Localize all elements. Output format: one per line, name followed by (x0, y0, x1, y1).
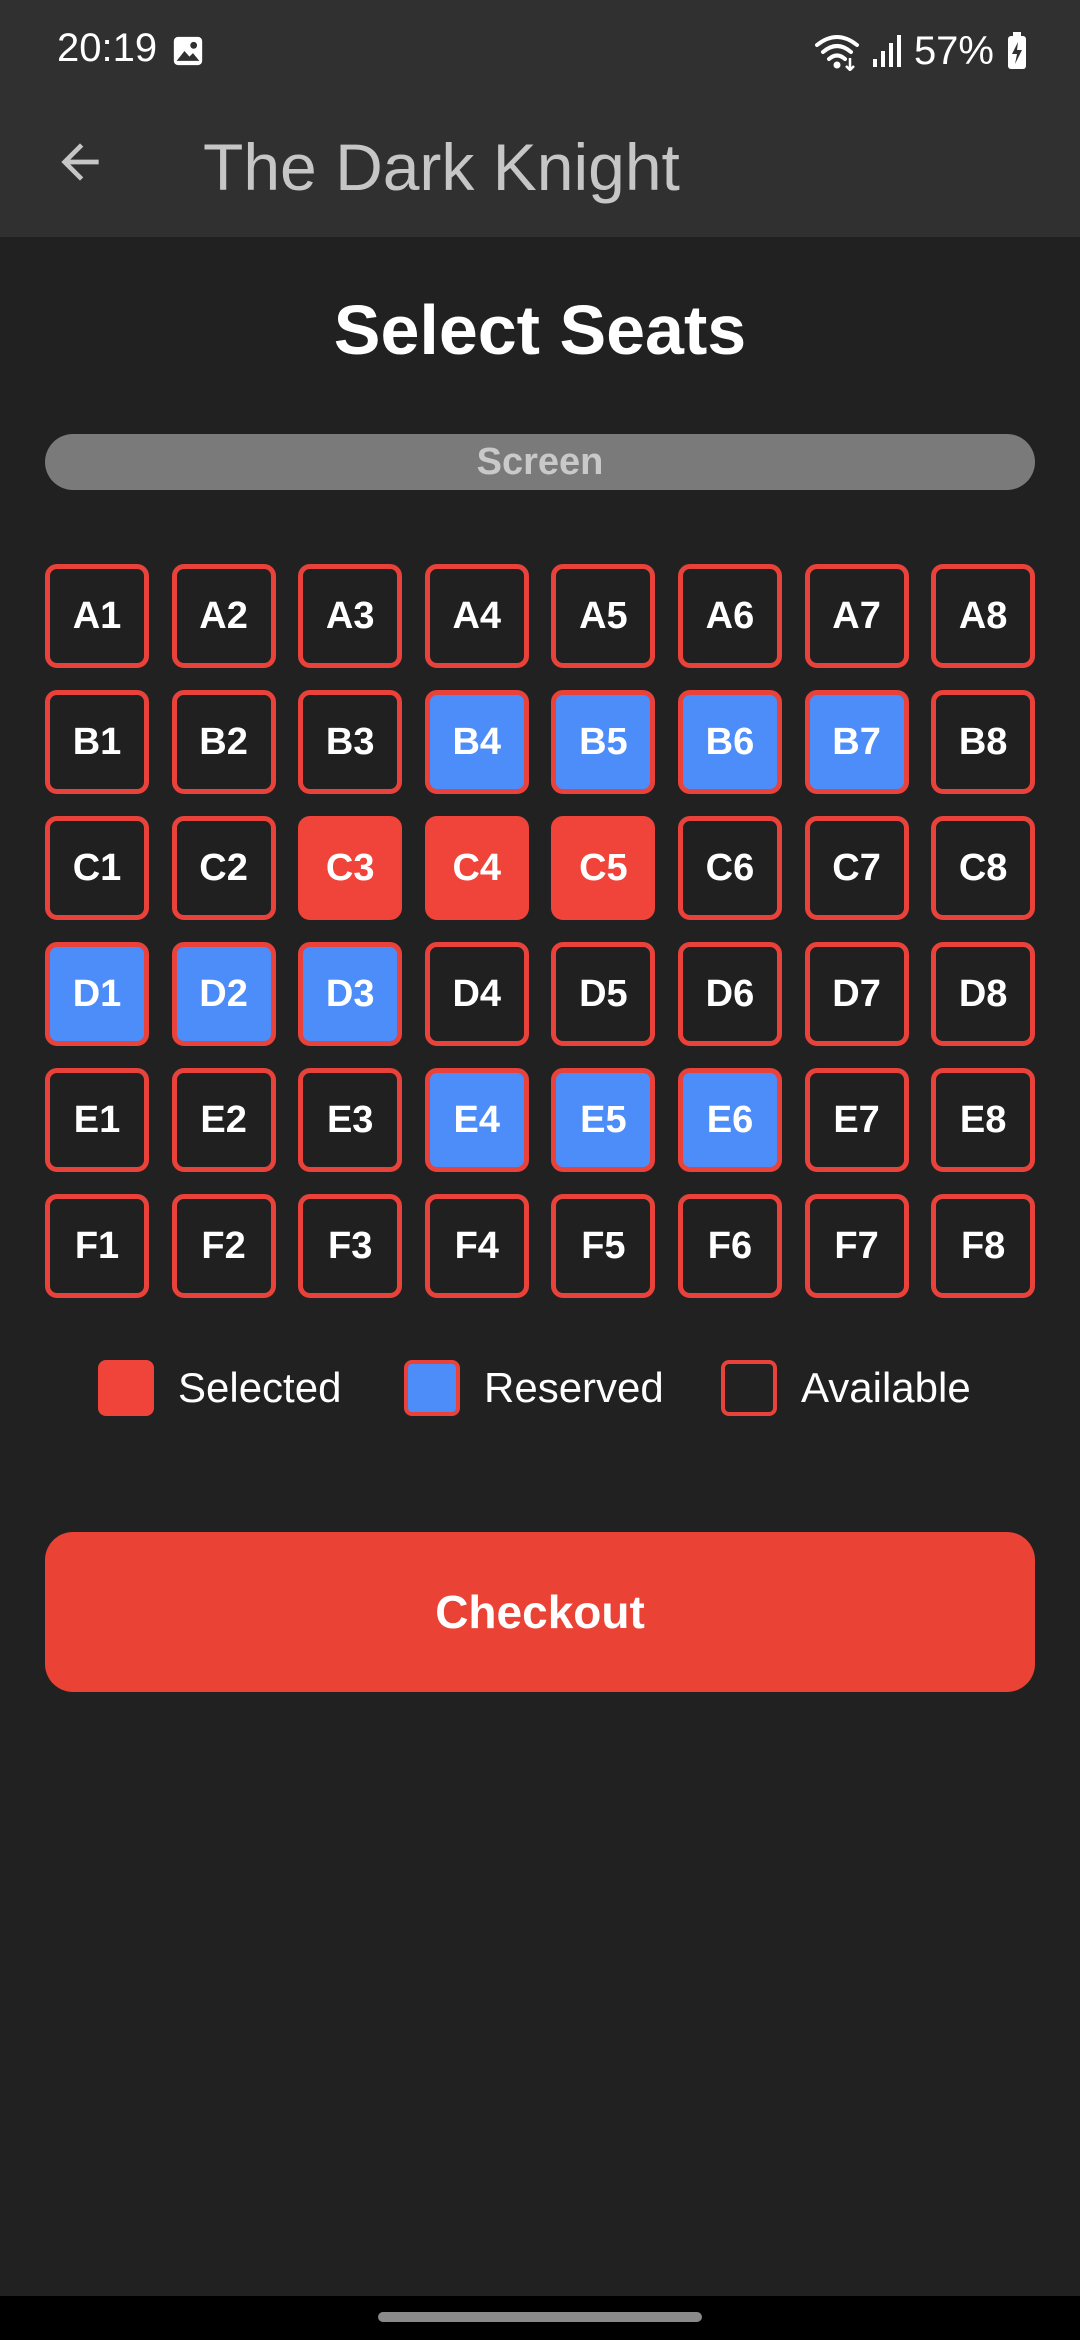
seat-e1[interactable]: E1 (45, 1068, 149, 1172)
seat-c2[interactable]: C2 (171, 816, 276, 920)
seat-a5[interactable]: A5 (551, 564, 656, 668)
seat-grid: A1 A2 A3 A4 A5 A6 A7 A8 B1 B2 B3 B4 B5 B6 B7 B8 C1 C2 C3 C4… (45, 564, 1036, 1298)
legend-reserved-swatch (404, 1360, 460, 1416)
legend-available: Available (721, 1358, 971, 1418)
page-title: Select Seats (333, 291, 747, 369)
seat-b2[interactable]: B2 (171, 690, 276, 794)
legend-reserved: Reserved (404, 1358, 664, 1418)
legend-selected-swatch (98, 1360, 154, 1416)
arrow-left-icon (61, 143, 99, 181)
gallery-icon (173, 36, 203, 66)
seat-c1[interactable]: C1 (45, 816, 149, 920)
seat-e8[interactable]: E8 (931, 1068, 1036, 1172)
home-indicator[interactable] (378, 2312, 702, 2322)
seat-a4[interactable]: A4 (424, 564, 529, 668)
seat-a6[interactable]: A6 (677, 564, 782, 668)
seat-b5: B5 (551, 690, 656, 794)
system-nav-bar (0, 2296, 1080, 2340)
status-icons: 57% (814, 26, 1028, 76)
seat-d8[interactable]: D8 (931, 942, 1036, 1046)
status-bar: 20:19 57% (0, 0, 1080, 100)
screen-indicator: Screen (45, 434, 1035, 490)
legend-available-swatch (721, 1360, 777, 1416)
status-time: 20:19 (57, 26, 158, 70)
seat-b7: B7 (804, 690, 909, 794)
seat-f3[interactable]: F3 (298, 1194, 403, 1298)
seat-legend: Selected Reserved Available (0, 1358, 1080, 1418)
seat-e6: E6 (677, 1068, 782, 1172)
seat-d4[interactable]: D4 (424, 942, 529, 1046)
seat-d1: D1 (45, 942, 149, 1046)
seat-e7[interactable]: E7 (804, 1068, 909, 1172)
seat-b6: B6 (677, 690, 782, 794)
seat-d7[interactable]: D7 (804, 942, 909, 1046)
seat-a8[interactable]: A8 (931, 564, 1036, 668)
screen-label: Screen (476, 440, 604, 483)
seat-e3[interactable]: E3 (298, 1068, 403, 1172)
seat-c7[interactable]: C7 (804, 816, 909, 920)
seat-c8[interactable]: C8 (931, 816, 1036, 920)
seat-a7[interactable]: A7 (804, 564, 909, 668)
seat-c6[interactable]: C6 (677, 816, 782, 920)
battery-percent: 57% (913, 28, 994, 73)
seat-e5: E5 (551, 1068, 656, 1172)
seat-e2[interactable]: E2 (171, 1068, 276, 1172)
signal-icon (872, 35, 901, 67)
seat-d6[interactable]: D6 (677, 942, 782, 1046)
seat-f8[interactable]: F8 (931, 1194, 1036, 1298)
seat-a2[interactable]: A2 (171, 564, 276, 668)
seat-a1[interactable]: A1 (45, 564, 149, 668)
checkout-button[interactable]: Checkout (45, 1532, 1035, 1692)
seat-b4: B4 (424, 690, 529, 794)
seat-f4[interactable]: F4 (424, 1194, 529, 1298)
seat-d3: D3 (298, 942, 403, 1046)
seat-f2[interactable]: F2 (171, 1194, 276, 1298)
seat-f7[interactable]: F7 (804, 1194, 909, 1298)
seat-b1[interactable]: B1 (45, 690, 149, 794)
seat-f1[interactable]: F1 (45, 1194, 149, 1298)
legend-selected: Selected (98, 1358, 341, 1418)
seat-b3[interactable]: B3 (298, 690, 403, 794)
seat-d5[interactable]: D5 (551, 942, 656, 1046)
seat-c4[interactable]: C4 (424, 816, 529, 920)
seat-c5[interactable]: C5 (551, 816, 656, 920)
wifi-icon (814, 35, 859, 71)
seat-c3[interactable]: C3 (298, 816, 403, 920)
app-title: The Dark Knight (203, 130, 680, 204)
seat-a3[interactable]: A3 (298, 564, 403, 668)
seat-f5[interactable]: F5 (551, 1194, 656, 1298)
battery-charging-icon (1008, 32, 1026, 69)
legend-available-label: Available (801, 1364, 971, 1411)
seat-f6[interactable]: F6 (677, 1194, 782, 1298)
legend-reserved-label: Reserved (484, 1364, 664, 1411)
legend-selected-label: Selected (178, 1364, 342, 1411)
back-button[interactable] (40, 122, 120, 202)
app-bar: The Dark Knight (0, 100, 1080, 237)
seat-b8[interactable]: B8 (931, 690, 1036, 794)
seat-e4: E4 (424, 1068, 529, 1172)
seat-d2: D2 (171, 942, 276, 1046)
